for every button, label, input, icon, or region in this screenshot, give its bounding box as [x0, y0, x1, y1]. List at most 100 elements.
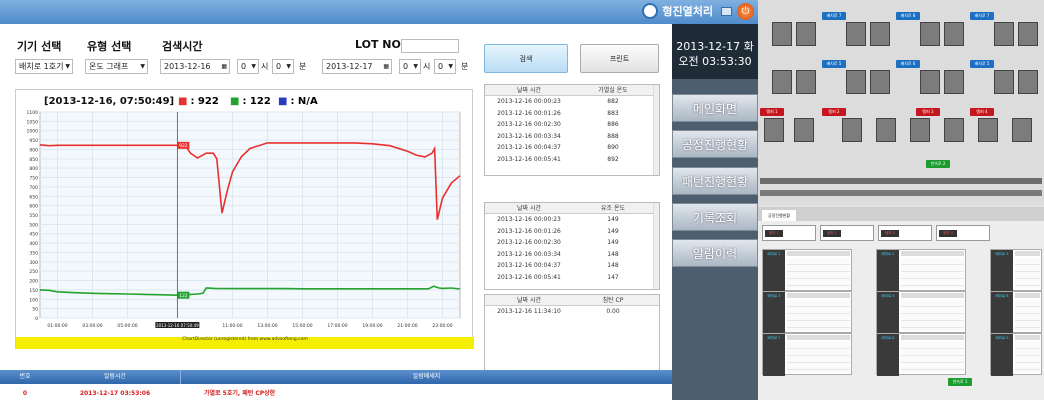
alarm-col-time: 알람시간 [103, 373, 127, 380]
dropdown-arrow-icon: ▼ [140, 63, 145, 70]
nav-pattern-status[interactable]: 패턴진행현황 [672, 167, 758, 195]
tab-process-status[interactable]: 공정진행현황 [762, 210, 797, 221]
table-row[interactable]: 2013-12-16 11:34:10 0.00 [485, 306, 659, 318]
search-button[interactable]: 검색 [484, 44, 568, 73]
group-title: 배치로 2 [877, 250, 899, 292]
temper-tag[interactable]: 템퍼 2 [822, 108, 846, 116]
furnace-status-group: 배치로 4 [762, 291, 852, 334]
table-row[interactable]: 2013-12-16 00:00:23 882 [485, 96, 659, 108]
y-tick-label: 1100 [27, 110, 39, 116]
y-tick-label: 50 [32, 307, 38, 313]
start-date-picker[interactable]: 2013-12-16 ▦ [160, 59, 230, 74]
type-select[interactable]: 온도 그래프 ▼ [85, 59, 148, 74]
y-tick-label: 650 [29, 194, 38, 200]
lot-input[interactable] [401, 39, 459, 53]
furnace-tag[interactable]: 배치로 5 [822, 60, 846, 68]
y-tick-label: 200 [29, 279, 38, 285]
cell-datetime: 2013-12-16 00:02:30 [497, 239, 561, 246]
temper-tag[interactable]: 템퍼 4 [970, 108, 994, 116]
group-title: 배치로 9 [991, 334, 1013, 376]
main-panel: 기기 선택 유형 선택 검색시간 LOT NO 배치로 1호기 ▼ 온도 그래프 ▼… [0, 24, 672, 400]
cell-datetime: 2013-12-16 00:05:41 [497, 155, 561, 163]
start-min-unit: 분 [299, 62, 307, 71]
alarm-row[interactable]: 0 2013-12-17 03:53:06 가열로 5호기, 패턴 CP상한 [0, 388, 672, 400]
cell-datetime: 2013-12-16 00:00:23 [497, 98, 561, 105]
nav-records[interactable]: 기록조회 [672, 203, 758, 231]
furnace-tag[interactable]: 배치로 7 [970, 12, 994, 20]
table-row[interactable]: 2013-12-16 00:00:23 149 [485, 214, 659, 226]
overview-tab-bar: 공정진행현황 [758, 207, 1044, 221]
group-title: 배치로 3 [991, 250, 1013, 292]
machine-icon [1012, 118, 1032, 142]
data-table[interactable]: 날짜 시간 침탄 CP 2013-12-16 11:34:10 0.00 [484, 294, 660, 374]
furnace-status-group: 배치로 2 [876, 249, 966, 292]
table-row[interactable]: 2013-12-16 00:03:34 888 [485, 131, 659, 143]
device-label: 기기 선택 [17, 40, 62, 53]
temper-panel: 템퍼 1 [762, 225, 816, 241]
table-row[interactable]: 2013-12-16 00:02:30 149 [485, 237, 659, 249]
start-hour-unit: 시 [261, 62, 269, 71]
table-row[interactable]: 2013-12-16 00:05:41 147 [485, 272, 659, 284]
temper-tag[interactable]: 템퍼 1 [760, 108, 784, 116]
table-row[interactable]: 2013-12-16 00:05:41 892 [485, 154, 659, 166]
continuous-furnace-tag[interactable]: 연속로 1 [948, 378, 972, 386]
cell-datetime: 2013-12-16 00:00:23 [497, 216, 561, 223]
temper-panel: 템퍼 4 [936, 225, 990, 241]
temperature-chart[interactable]: [2013-12-16, 07:50:49] ■: 922 ■: 122 ■: … [15, 89, 474, 349]
y-tick-label: 800 [29, 166, 38, 172]
y-tick-label: 750 [29, 176, 38, 182]
furnace-status-group: 배치로 1 [762, 249, 852, 292]
end-min-unit: 분 [461, 62, 469, 71]
table-row[interactable]: 2013-12-16 00:02:30 886 [485, 119, 659, 131]
furnace-status-group: 배치로 3 [990, 249, 1042, 292]
side-nav: 2013-12-17 화 오전 03:53:30 메인화면 공정진행현황 패턴진… [672, 24, 758, 400]
cell-value: 888 [607, 132, 619, 140]
data-table[interactable]: 날짜 시간 유조 온도 2013-12-16 00:00:23 149 2013-12-… [484, 202, 660, 290]
nav-process-status[interactable]: 공정진행현황 [672, 130, 758, 158]
table-row[interactable]: 2013-12-16 00:04:37 890 [485, 142, 659, 154]
furnace-tag[interactable]: 배치로 8 [896, 12, 920, 20]
start-hour-select[interactable]: 0 ▼ [237, 59, 259, 74]
group-rows [1015, 258, 1040, 289]
machine-icon [876, 118, 896, 142]
cell-value: 148 [607, 250, 619, 258]
scrollbar[interactable] [653, 85, 659, 175]
end-hour-select[interactable]: 0 ▼ [399, 59, 421, 74]
conveyor-line [760, 178, 1042, 184]
print-button[interactable]: 프린트 [580, 44, 659, 73]
table-row[interactable]: 2013-12-16 00:01:26 883 [485, 108, 659, 120]
machine-icon [910, 118, 930, 142]
group-title: 배치로 7 [763, 334, 785, 376]
scrollbar[interactable] [653, 203, 659, 289]
temper-tag[interactable]: 템퍼 3 [916, 108, 940, 116]
minimize-icon[interactable] [721, 6, 732, 16]
nav-alarm-history[interactable]: 알람이력 [672, 239, 758, 267]
end-min-select[interactable]: 0 ▼ [434, 59, 456, 74]
end-date-picker[interactable]: 2013-12-17 ▦ [322, 59, 392, 74]
y-tick-label: 0 [35, 316, 38, 322]
power-icon[interactable]: ⏻ [737, 3, 754, 20]
table-header: 날짜 시간 가열실 온도 [485, 85, 659, 96]
data-table[interactable]: 날짜 시간 가열실 온도 2013-12-16 00:00:23 882 2013-12… [484, 84, 660, 176]
calendar-icon: ▦ [221, 63, 227, 70]
table-row[interactable]: 2013-12-16 00:01:26 149 [485, 226, 659, 238]
company-logo-icon [642, 3, 659, 19]
device-select[interactable]: 배치로 1호기 ▼ [15, 59, 73, 74]
furnace-tag[interactable]: 배치로 6 [896, 60, 920, 68]
furnace-tag[interactable]: 배치로 5 [970, 60, 994, 68]
nav-main[interactable]: 메인화면 [672, 94, 758, 122]
furnace-status-group: 배치로 6 [990, 291, 1042, 334]
machine-icon [846, 70, 866, 94]
cell-value: 886 [607, 121, 619, 128]
furnace-tag[interactable]: 배치로 7 [822, 12, 846, 20]
col-datetime: 날짜 시간 [517, 87, 541, 94]
machine-icon [1018, 70, 1038, 94]
plant-layout: 배치로 7 배치로 8 배치로 7 배치로 5 배치로 6 배치로 5 템퍼 1… [758, 0, 1044, 205]
cell-datetime: 2013-12-16 00:01:26 [497, 227, 561, 235]
cell-datetime: 2013-12-16 11:34:10 [497, 308, 561, 315]
table-row[interactable]: 2013-12-16 00:04:37 148 [485, 260, 659, 272]
start-min-select[interactable]: 0 ▼ [272, 59, 294, 74]
red-marker-label: 922 [179, 143, 188, 149]
continuous-furnace-tag[interactable]: 연속로 2 [926, 160, 950, 168]
table-row[interactable]: 2013-12-16 00:03:34 148 [485, 249, 659, 261]
